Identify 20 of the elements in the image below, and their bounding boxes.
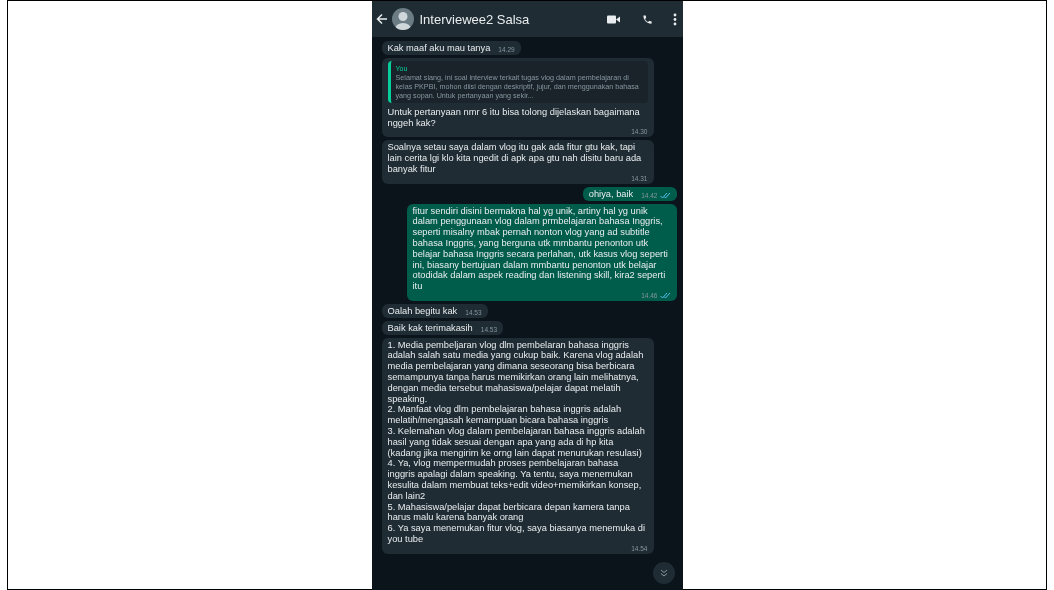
avatar[interactable] [391, 8, 414, 30]
message-text: ohiya, baik [588, 188, 634, 200]
message-text: Oalah begitu kak [387, 305, 458, 317]
message-text: fitur sendiri disini bermakna hal yg unik, artiny hal yg unik dalam penggunaan vlog dalam prmbelajaran bahasa Inggris, seperti misalny mbak pernah nonton vlog yang ad subtitle bahasa Inggris, yang berguna utk mmbantu penonton utk belajar bahasa Inggris secara perlahan, utk kasus vlog seperti ini, biasany bertujuan dalam mmbantu penonton utk belajar otodidak dalam aspek reading dan listening skill, kira2 seperti itu [412, 205, 669, 292]
read-ticks-icon [659, 192, 671, 200]
outgoing-message[interactable] [406, 203, 677, 301]
message-text: Soalnya setau saya dalam vlog itu gak ada fitur gtu kak, tapi lain cerita lgi klo kita ngedit di apk apa gtu nah disitu baru ada banyak fitur [387, 142, 643, 175]
incoming-message[interactable] [381, 57, 654, 138]
more-menu-icon[interactable] [672, 12, 677, 26]
message-text: 1. Media pembeljaran vlog dlm pembelaran bahasa inggris adalah salah satu media yang cukup baik. Karena vlog adalah media pembelajaran yang dimana seseorang bisa berbicara semampunya tanpa harus memikirkan orang lain melihatnya, dengan media tersebut mahasiswa/pelajar dapat melatih speaking. 2. Manfaat vlog dlm pembelajaran bahasa inggris adalah melatih/mengasah kemampuan bicara bahasa inggris 3. Kelemahan vlog dalam pembelajaran bahasa inggris adalah hasil yang tidak sesuai dengan apa yang ada di hp kita (kadang jika mengirim ke orng lain dapat menurukan resulasi) 4. Ya, vlog mempermudah proses pembelajaran bahasa inggris apalagi dalam speaking. Ya tentu, saya menemukan kesulita dalam membuat teks+edit video+memikirkan konsep, dan lain2 5. Mahasiswa/pelajar dapat berbicara depan kamera tanpa harus malu karena banyak orang 6. Ya saya menemukan fitur vlog, saya biasanya menemuka di you tube [387, 339, 647, 545]
video-camera-icon[interactable] [606, 14, 620, 24]
message-text: Kak maaf aku mau tanya [387, 43, 491, 54]
contact-name[interactable]: Interviewee2 Salsa [419, 11, 603, 27]
message-text: Baik kak terimakasih [387, 322, 473, 334]
message-text: Untuk pertanyaan nmr 6 itu bisa tolong dijelaskan bagaimana nggeh kak? [387, 106, 641, 129]
read-ticks-icon [659, 292, 671, 300]
double-chevron-icon [659, 569, 668, 577]
phone-icon[interactable] [641, 13, 653, 25]
back-arrow-icon[interactable] [375, 13, 388, 25]
scroll-down-button[interactable] [652, 562, 675, 584]
